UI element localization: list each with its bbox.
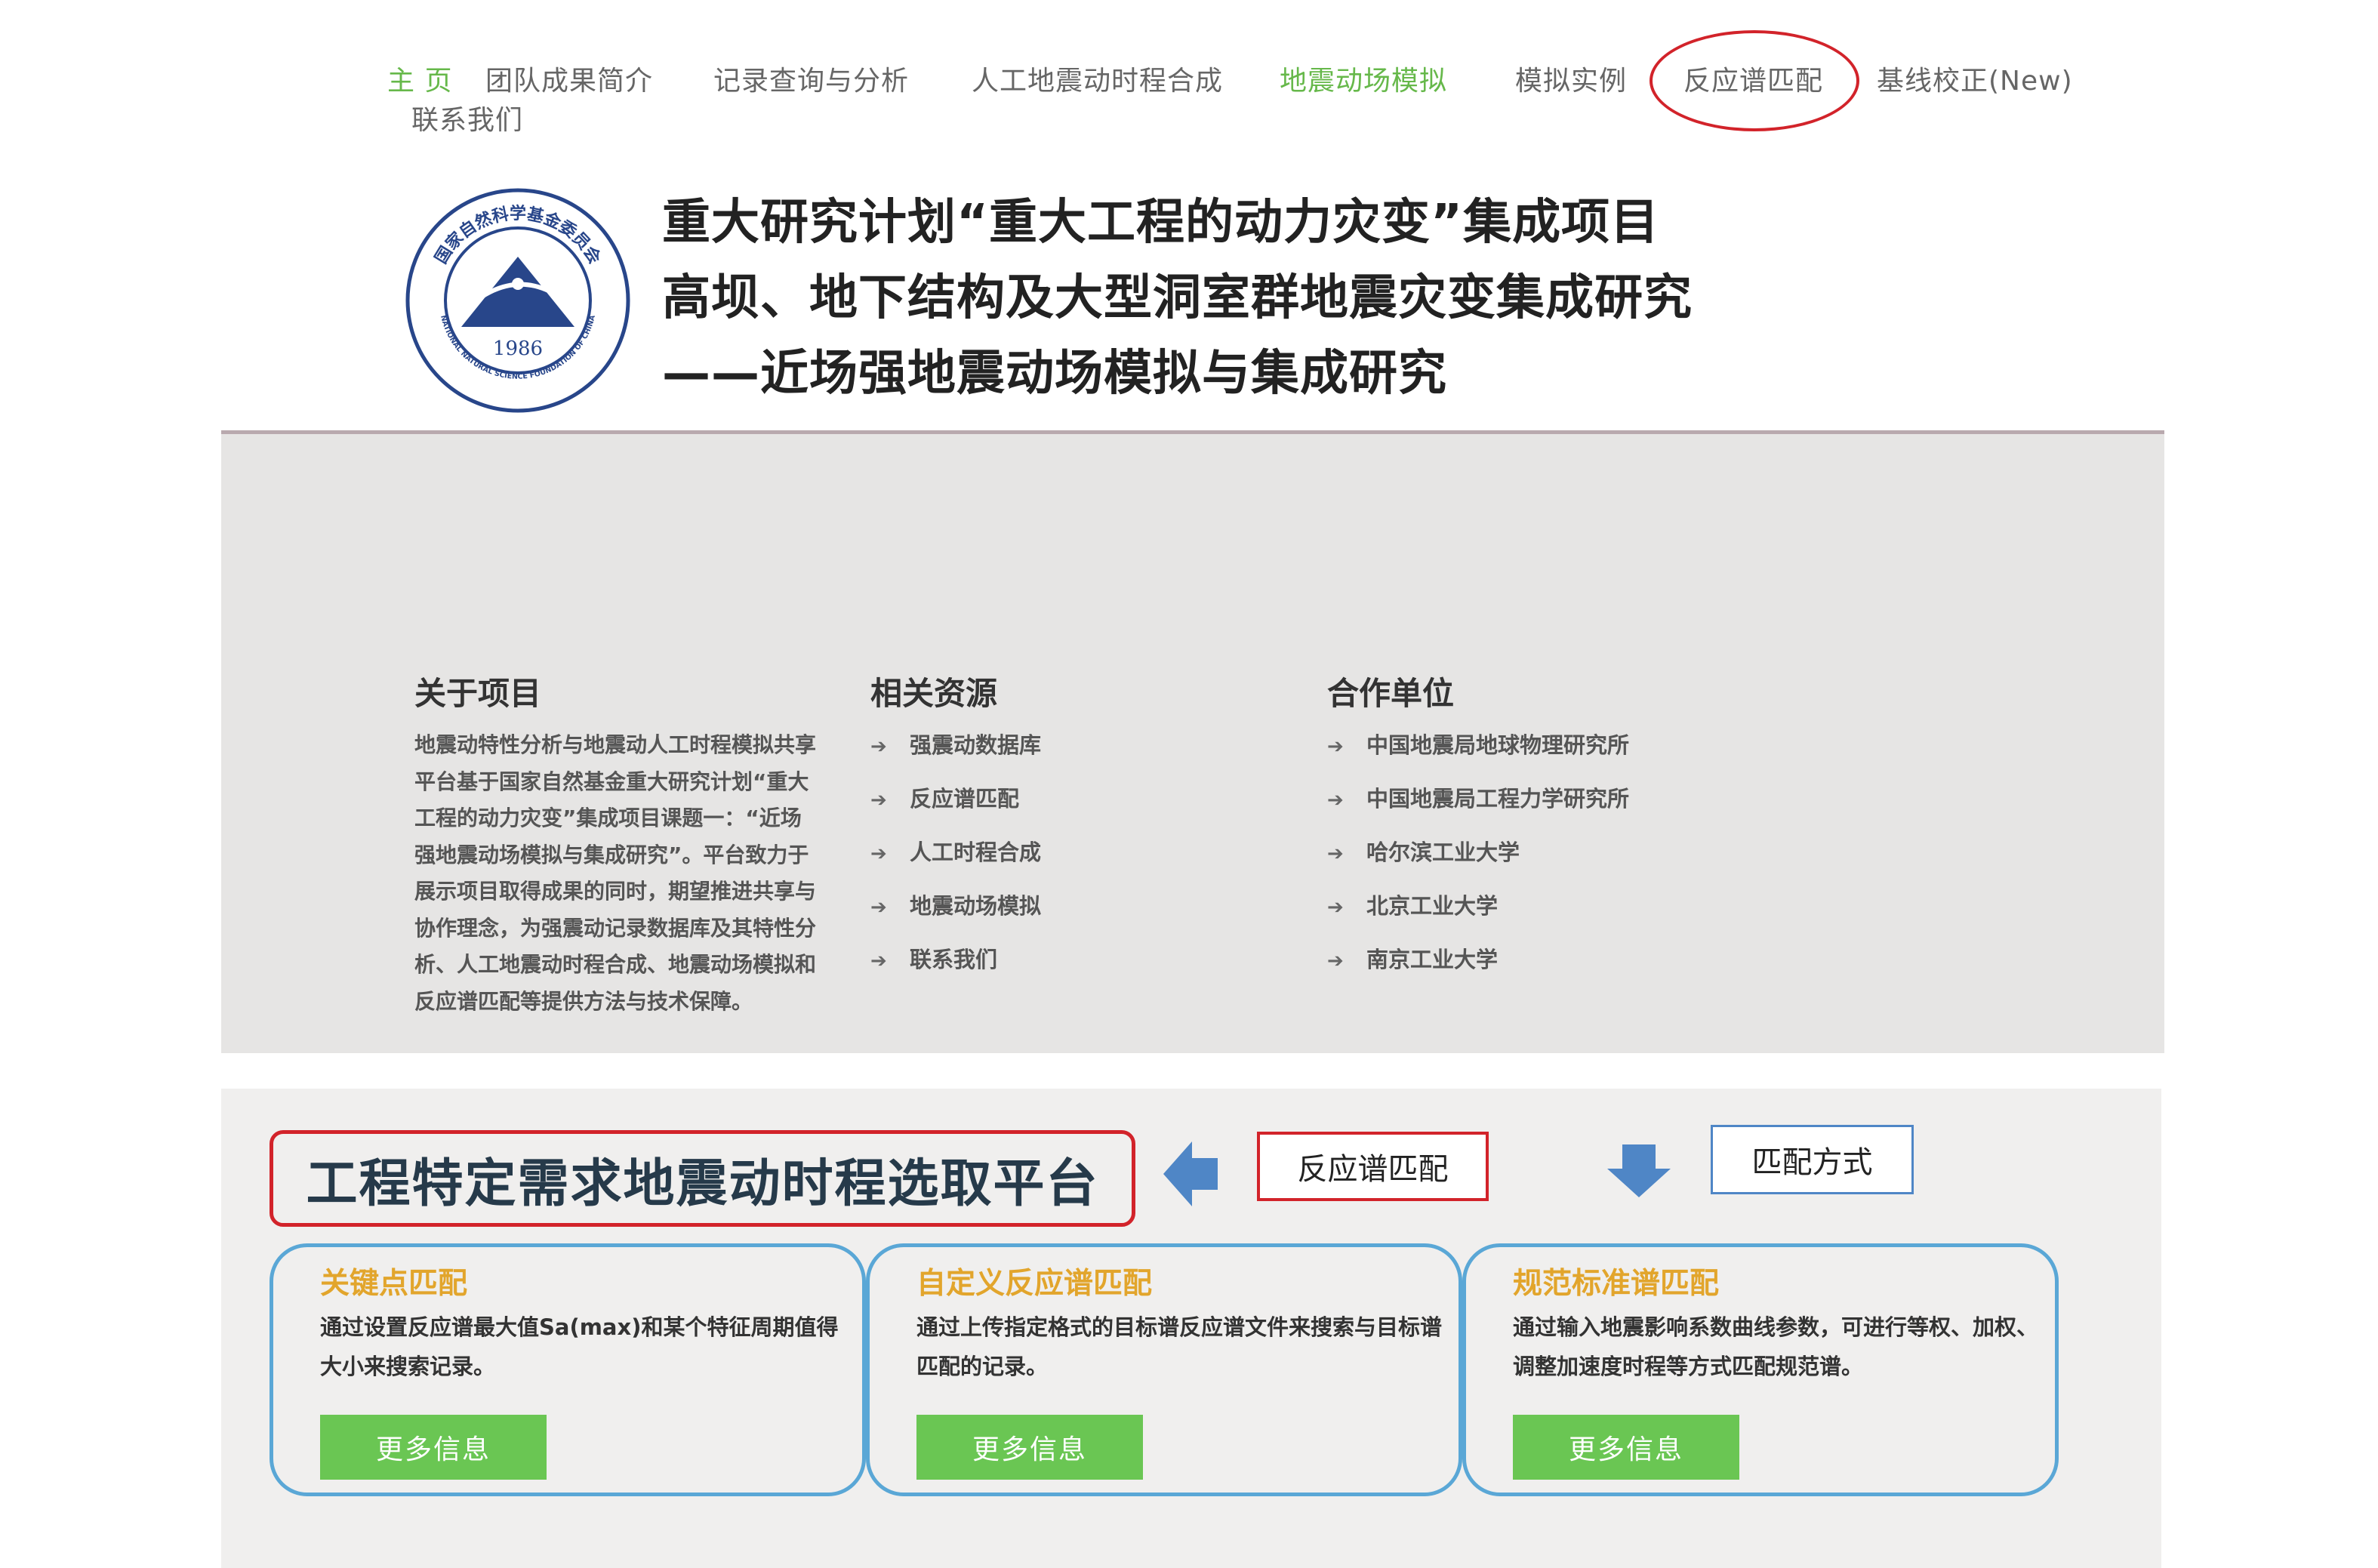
resource-link[interactable]: ➔ 反应谱匹配 (870, 784, 1041, 837)
card-title: 规范标准谱匹配 (1513, 1267, 1720, 1301)
more-info-button[interactable]: 更多信息 (916, 1415, 1143, 1480)
nav-simulation-examples[interactable]: 模拟实例 (1515, 63, 1627, 100)
link-arrow-icon: ➔ (1327, 843, 1344, 865)
partner-link[interactable]: ➔ 哈尔滨工业大学 (1327, 837, 1629, 891)
partner-link[interactable]: ➔ 中国地震局工程力学研究所 (1327, 784, 1629, 837)
platform-title-box: 工程特定需求地震动时程选取平台 (270, 1130, 1135, 1227)
link-arrow-icon: ➔ (1327, 950, 1344, 972)
about-title: 关于项目 (414, 675, 542, 712)
partners-title: 合作单位 (1327, 675, 1455, 712)
more-info-button[interactable]: 更多信息 (320, 1415, 547, 1480)
resources-title: 相关资源 (870, 675, 998, 712)
card-custom-spectrum-matching: 自定义反应谱匹配 通过上传指定格式的目标谱反应谱文件来搜索与目标谱匹配的记录。 … (866, 1243, 1462, 1496)
partner-link[interactable]: ➔ 北京工业大学 (1327, 891, 1629, 944)
link-arrow-icon: ➔ (1327, 735, 1344, 758)
arrow-down-icon (1607, 1144, 1671, 1197)
highlight-circle (1650, 30, 1859, 131)
nav-baseline-correction[interactable]: 基线校正(New) (1877, 63, 2073, 100)
top-navigation: 主 页 团队成果简介 记录查询与分析 人工地震动时程合成 地震动场模拟 模拟实例… (387, 30, 2124, 146)
nav-home[interactable]: 主 页 (387, 63, 452, 100)
link-arrow-icon: ➔ (870, 735, 887, 758)
link-arrow-icon: ➔ (870, 950, 887, 972)
resource-link[interactable]: ➔ 地震动场模拟 (870, 891, 1041, 944)
partners-list: ➔ 中国地震局地球物理研究所 ➔ 中国地震局工程力学研究所 ➔ 哈尔滨工业大学 ➔ 北京… (1327, 730, 1629, 998)
link-arrow-icon: ➔ (870, 843, 887, 865)
card-description: 通过设置反应谱最大值Sa(max)和某个特征周期值得大小来搜索记录。 (320, 1314, 839, 1379)
resource-link[interactable]: ➔ 人工时程合成 (870, 837, 1041, 891)
link-arrow-icon: ➔ (1327, 789, 1344, 812)
platform-section: 工程特定需求地震动时程选取平台 反应谱匹配 匹配方式 关键点匹配 通过设置反应谱… (221, 1089, 2161, 1568)
card-title: 关键点匹配 (320, 1267, 468, 1301)
card-code-spectrum-matching: 规范标准谱匹配 通过输入地震影响系数曲线参数，可进行等权、加权、调整加速度时程等… (1462, 1243, 2059, 1496)
link-arrow-icon: ➔ (1327, 896, 1344, 919)
nav-team-results[interactable]: 团队成果简介 (485, 63, 653, 100)
resource-link[interactable]: ➔ 强震动数据库 (870, 730, 1041, 784)
nav-contact[interactable]: 联系我们 (411, 103, 523, 139)
card-keypoint-matching: 关键点匹配 通过设置反应谱最大值Sa(max)和某个特征周期值得大小来搜索记录。… (270, 1243, 866, 1496)
card-description: 通过上传指定格式的目标谱反应谱文件来搜索与目标谱匹配的记录。 (916, 1314, 1443, 1379)
more-info-button[interactable]: 更多信息 (1513, 1415, 1739, 1480)
arrow-left-icon (1163, 1141, 1218, 1206)
header-title-line-3: ——近场强地震动场模拟与集成研究 (662, 346, 1447, 402)
nsfc-logo: 国家自然科学基金委员会 NATIONAL NATURAL SCIENCE FOU… (405, 188, 630, 413)
logo-year: 1986 (493, 337, 543, 360)
link-arrow-icon: ➔ (870, 896, 887, 919)
card-title: 自定义反应谱匹配 (916, 1267, 1153, 1301)
header-title-line-1: 重大研究计划“重大工程的动力灾变”集成项目 (662, 195, 1660, 251)
label-matching-mode: 匹配方式 (1711, 1125, 1914, 1194)
partner-link[interactable]: ➔ 南京工业大学 (1327, 944, 1629, 998)
nav-record-query[interactable]: 记录查询与分析 (713, 63, 909, 100)
platform-title: 工程特定需求地震动时程选取平台 (306, 1154, 1099, 1214)
header-title-line-2: 高坝、地下结构及大型洞室群地震灾变集成研究 (662, 270, 1693, 326)
resources-list: ➔ 强震动数据库 ➔ 反应谱匹配 ➔ 人工时程合成 ➔ 地震动场模拟 ➔ 联系我们 (870, 730, 1041, 998)
card-description: 通过输入地震影响系数曲线参数，可进行等权、加权、调整加速度时程等方式匹配规范谱。 (1513, 1314, 2039, 1379)
link-arrow-icon: ➔ (870, 789, 887, 812)
about-text: 地震动特性分析与地震动人工时程模拟共享平台基于国家自然基金重大研究计划“重大工程… (414, 732, 817, 1014)
partner-link[interactable]: ➔ 中国地震局地球物理研究所 (1327, 730, 1629, 784)
footer-info-panel: 关于项目 地震动特性分析与地震动人工时程模拟共享平台基于国家自然基金重大研究计划… (221, 434, 2164, 1053)
resource-link[interactable]: ➔ 联系我们 (870, 944, 1041, 998)
nav-artificial-synthesis[interactable]: 人工地震动时程合成 (972, 63, 1223, 100)
label-response-spectrum-matching: 反应谱匹配 (1257, 1132, 1489, 1201)
nav-ground-motion-field[interactable]: 地震动场模拟 (1280, 63, 1447, 100)
